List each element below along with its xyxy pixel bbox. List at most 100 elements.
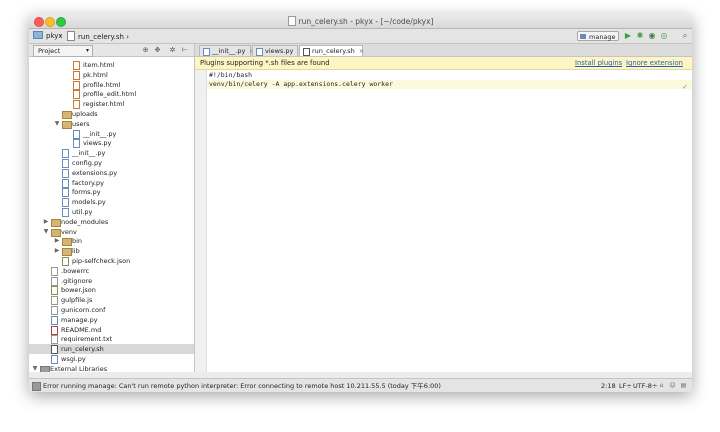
python-file-icon (51, 355, 58, 364)
breadcrumb-file[interactable]: run_celery.sh › (67, 31, 129, 41)
tab-init-py[interactable]: __init__.py× (199, 45, 255, 56)
tree-item-label: __init__.py (83, 129, 117, 138)
code-line[interactable]: #!/bin/bash (209, 71, 252, 80)
install-plugins-link[interactable]: Install plugins (575, 58, 622, 68)
tree-item[interactable]: register.html (29, 99, 194, 110)
shell-file-icon (67, 31, 75, 41)
tree-item[interactable]: views.py (29, 138, 194, 149)
tree-item[interactable]: pk.html (29, 70, 194, 80)
tree-item[interactable]: __init__.py (29, 129, 194, 139)
json-file-icon (51, 286, 58, 296)
tool-windows-icon[interactable] (32, 382, 41, 391)
gear-icon[interactable]: ✲ (168, 45, 177, 55)
tree-item-label: node_modules (61, 217, 109, 226)
tree-item-label: bin (72, 237, 83, 246)
tree-item-label: README.md (61, 325, 102, 334)
tree-item[interactable]: factory.py (29, 178, 194, 188)
tree-item[interactable]: ▼ users (29, 119, 194, 129)
python-file-icon (203, 48, 210, 56)
event-log-icon[interactable]: ▤ (680, 382, 687, 389)
tab-views-py[interactable]: views.py× (252, 45, 303, 56)
collapsed-arrow-icon[interactable]: ▶ (53, 246, 61, 256)
tree-item[interactable]: bower.json (29, 285, 194, 296)
line-separator-select[interactable]: LF÷ (619, 381, 632, 391)
tree-item[interactable]: util.py (29, 207, 194, 217)
inspector-icon[interactable]: ☺ (669, 382, 676, 389)
tree-item[interactable]: extensions.py (29, 168, 194, 178)
hide-panel-icon[interactable]: ⊢ (180, 45, 189, 55)
python-file-icon (256, 48, 263, 56)
tree-item[interactable]: wsgi.py (29, 354, 194, 364)
tree-item[interactable]: ▶ node_modules (29, 217, 194, 227)
expanded-arrow-icon[interactable]: ▼ (31, 364, 39, 372)
encoding-select[interactable]: UTF-8÷ (633, 381, 657, 391)
python-file-icon (62, 188, 69, 198)
coverage-icon[interactable]: ◉ (647, 31, 657, 41)
tree-item[interactable]: uploads (29, 109, 194, 119)
close-tab-icon[interactable]: × (359, 47, 364, 55)
ide-window: run_celery.sh - pkyx - [~/code/pkyx] pky… (29, 14, 692, 392)
caret-position[interactable]: 2:18 (601, 381, 616, 391)
ignore-extension-link[interactable]: Ignore extension (626, 58, 683, 68)
search-everywhere-icon[interactable]: ⌕ (680, 31, 690, 41)
sync-icon[interactable]: ⊕ (141, 45, 150, 55)
tree-item[interactable]: __init__.py (29, 148, 194, 159)
tree-item[interactable]: forms.py (29, 187, 194, 198)
tree-item[interactable]: profile.html (29, 80, 194, 90)
tree-item-label: requirement.txt (61, 335, 113, 344)
tree-item-label: gunicorn.conf (61, 306, 106, 314)
collapsed-arrow-icon[interactable]: ▶ (53, 236, 61, 246)
tree-item[interactable]: requirement.txt (29, 334, 194, 345)
run-configuration-select[interactable]: manage ▾ (577, 31, 619, 51)
navigation-bar: pkyx › run_celery.sh › manage ▾ ▶ ✱ ◉ ◎ … (29, 29, 692, 51)
tree-item[interactable]: .gitignore (29, 276, 194, 286)
tree-item[interactable]: .bowerrc (29, 266, 194, 276)
code-line-current[interactable]: venv/bin/celery -A app.extensions.celery… (207, 80, 692, 89)
file-icon (51, 306, 58, 315)
profile-icon[interactable]: ◎ (659, 31, 669, 41)
tree-item[interactable]: profile_edit.html (29, 89, 194, 100)
tree-item-label: forms.py (72, 188, 101, 197)
tree-item[interactable]: gunicorn.conf (29, 305, 194, 315)
editor-gutter (195, 70, 207, 372)
tree-item[interactable]: config.py (29, 158, 194, 168)
expanded-arrow-icon[interactable]: ▼ (53, 119, 61, 129)
tree-item-label: item.html (83, 61, 115, 69)
file-icon (51, 335, 58, 345)
tree-item[interactable]: ▼ venv (29, 227, 194, 237)
tree-item[interactable]: manage.py (29, 315, 194, 325)
project-view-select[interactable]: Project ▾ (33, 45, 93, 57)
python-file-icon (62, 178, 69, 188)
tree-item[interactable]: pip-selfcheck.json (29, 256, 194, 266)
tree-item[interactable]: models.py (29, 197, 194, 208)
file-icon (51, 266, 58, 276)
folder-icon (33, 31, 43, 39)
run-icon[interactable]: ▶ (623, 31, 633, 41)
inspection-status-icon[interactable]: ✓ (682, 83, 688, 91)
library-icon (40, 365, 50, 372)
code-editor[interactable]: #!/bin/bash venv/bin/celery -A app.exten… (195, 70, 692, 372)
tree-item[interactable]: ▼ External Libraries (29, 364, 194, 372)
tab-run-celery-sh[interactable]: run_celery.sh × (299, 45, 364, 56)
debug-icon[interactable]: ✱ (635, 31, 645, 41)
tree-item[interactable]: ▶ bin (29, 236, 194, 247)
python-file-icon (62, 208, 69, 217)
folder-icon (62, 238, 72, 247)
tree-item-label: profile.html (83, 80, 121, 89)
expanded-arrow-icon[interactable]: ▼ (42, 227, 50, 237)
breadcrumb-separator: › (59, 32, 62, 40)
shell-file-icon (51, 345, 58, 355)
project-tree: item.html pk.html profile.html profile_edit… (29, 57, 195, 372)
tree-item[interactable]: ▶ lib (29, 246, 194, 257)
html-file-icon (73, 90, 80, 100)
readonly-toggle-icon[interactable]: ⌂ (658, 382, 665, 389)
python-file-icon (62, 168, 69, 178)
tree-item[interactable]: run_celery.sh (29, 344, 194, 355)
scroll-from-source-icon[interactable]: ✥ (153, 45, 162, 55)
collapsed-arrow-icon[interactable]: ▶ (42, 217, 50, 227)
status-message[interactable]: Error running manage: Can't run remote p… (43, 381, 553, 391)
tree-item[interactable]: gulpfile.js (29, 295, 194, 306)
tree-item[interactable]: README.md (29, 325, 194, 335)
tree-item[interactable]: item.html (29, 60, 194, 70)
tree-item-label: gulpfile.js (61, 296, 93, 305)
